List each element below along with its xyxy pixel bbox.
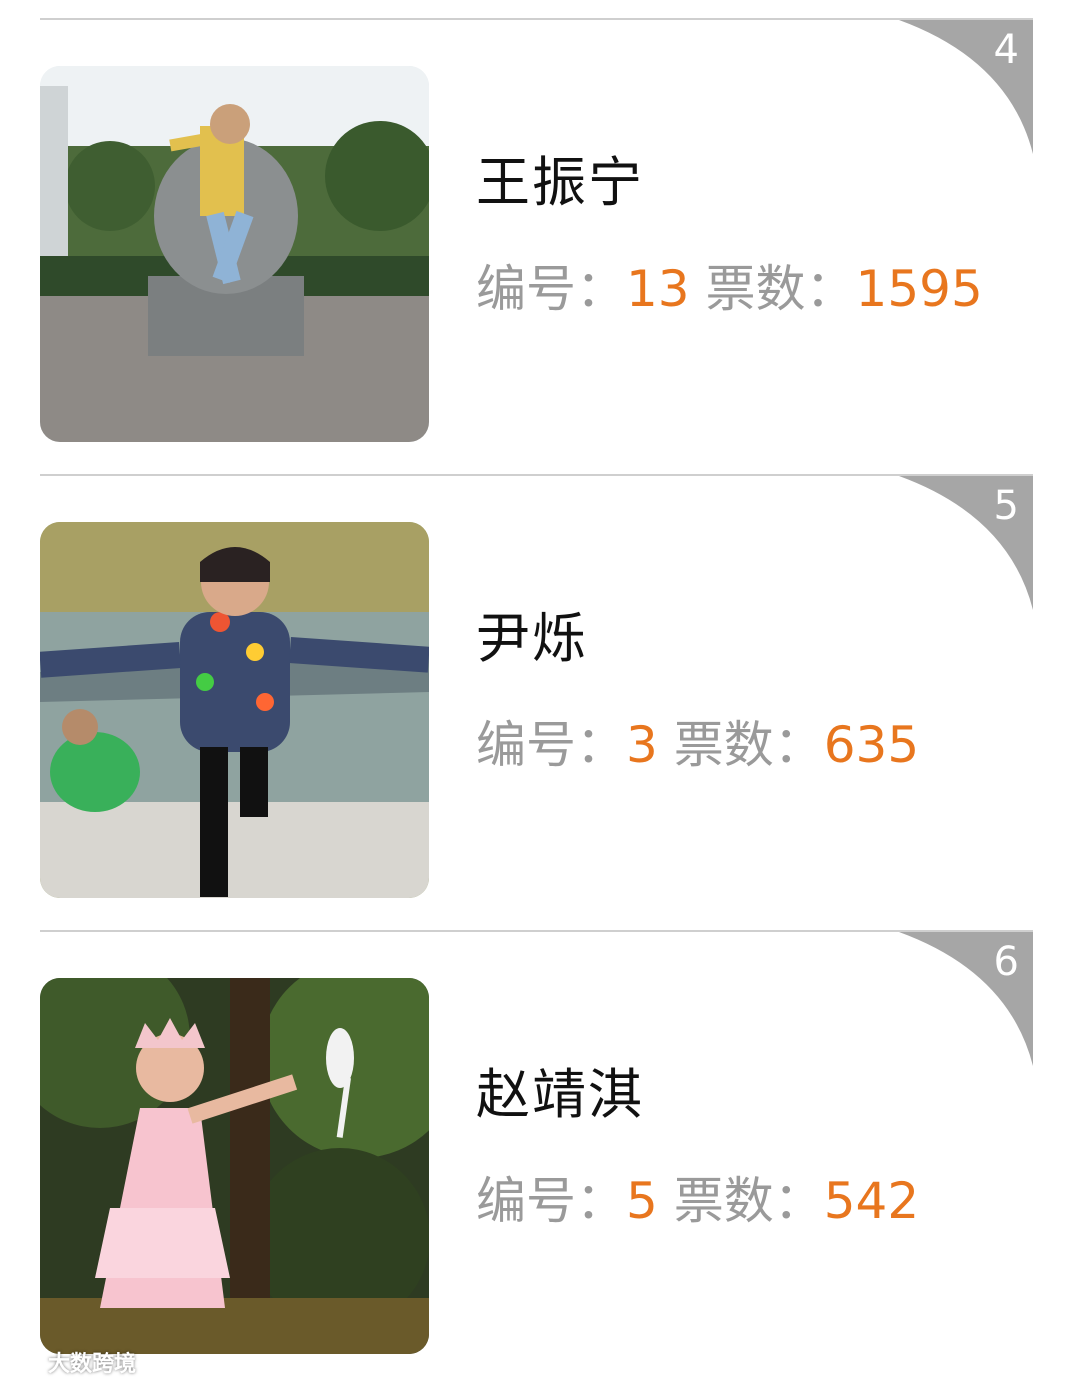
photo-girl-parrot — [40, 978, 429, 1354]
watermark-logo-icon — [10, 1351, 44, 1377]
contestant-photo[interactable] — [40, 522, 429, 898]
contestant-name: 尹烁 — [476, 607, 588, 670]
rank-badge: 4 — [899, 20, 1033, 154]
rank-number: 5 — [993, 483, 1019, 529]
id-value: 3 — [626, 716, 658, 774]
votes-label: 票数： — [673, 716, 824, 774]
contestant-stats: 编号：5 票数：542 — [476, 1176, 919, 1226]
ranking-list: 王振宁 编号：13 票数：1595 4 尹烁 编号：3 票数：635 5 赵靖淇… — [0, 0, 1080, 1379]
id-label: 编号： — [476, 260, 626, 318]
contestant-photo[interactable] — [40, 978, 429, 1354]
votes-value: 635 — [823, 716, 920, 774]
rank-number: 4 — [993, 27, 1019, 73]
rank-badge: 5 — [899, 476, 1033, 610]
contestant-card[interactable]: 王振宁 编号：13 票数：1595 4 — [40, 18, 1033, 474]
contestant-card[interactable]: 尹烁 编号：3 票数：635 5 — [40, 474, 1033, 930]
votes-label: 票数： — [705, 260, 856, 318]
contestant-name: 赵靖淇 — [476, 1063, 644, 1126]
watermark-text: 大数跨境 — [48, 1352, 137, 1377]
contestant-stats: 编号：3 票数：635 — [476, 720, 919, 770]
contestant-card[interactable]: 赵靖淇 编号：5 票数：542 6 — [40, 930, 1033, 1379]
votes-value: 542 — [823, 1172, 920, 1230]
contestant-stats: 编号：13 票数：1595 — [476, 264, 983, 314]
watermark: 大数跨境 — [10, 1346, 136, 1378]
contestant-photo[interactable] — [40, 66, 429, 442]
votes-label: 票数： — [673, 1172, 824, 1230]
id-label: 编号： — [476, 1172, 626, 1230]
votes-value: 1595 — [855, 260, 983, 318]
id-value: 5 — [626, 1172, 658, 1230]
rank-badge: 6 — [899, 932, 1033, 1066]
photo-girl-pond — [40, 522, 429, 898]
id-value: 13 — [626, 260, 690, 318]
id-label: 编号： — [476, 716, 626, 774]
rank-number: 6 — [993, 939, 1019, 985]
photo-boy-statue — [40, 66, 429, 442]
contestant-name: 王振宁 — [476, 151, 644, 214]
